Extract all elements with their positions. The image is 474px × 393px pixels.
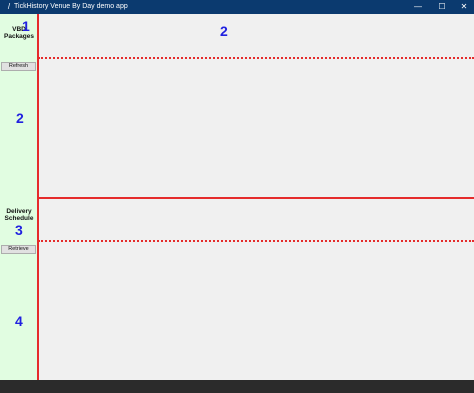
maximize-icon[interactable]: ☐: [430, 0, 454, 14]
area-marker-4: 4: [15, 313, 23, 329]
packages-list-divider: [38, 57, 474, 59]
window-title: TickHistory Venue By Day demo app: [14, 3, 128, 10]
section-splitter[interactable]: [38, 197, 474, 199]
schedule-list-divider: [38, 240, 474, 242]
area-marker-3: 3: [15, 222, 23, 238]
area-marker-1: 1: [22, 18, 30, 34]
taskbar: [0, 380, 474, 393]
refresh-button[interactable]: Refresh: [1, 62, 36, 71]
delivery-schedule-label: Delivery Schedule: [4, 208, 34, 222]
retrieve-button[interactable]: Retrieve: [1, 245, 36, 254]
area-marker-2-left: 2: [16, 110, 24, 126]
app-window: / TickHistory Venue By Day demo app — ☐ …: [0, 0, 474, 393]
area-marker-2-top: 2: [220, 23, 228, 39]
minimize-icon[interactable]: —: [406, 0, 430, 14]
title-bar[interactable]: / TickHistory Venue By Day demo app — ☐ …: [0, 0, 474, 14]
close-icon[interactable]: ✕: [452, 0, 474, 14]
vbd-packages-label: VBD Packages: [4, 26, 34, 40]
app-icon: /: [7, 2, 11, 11]
